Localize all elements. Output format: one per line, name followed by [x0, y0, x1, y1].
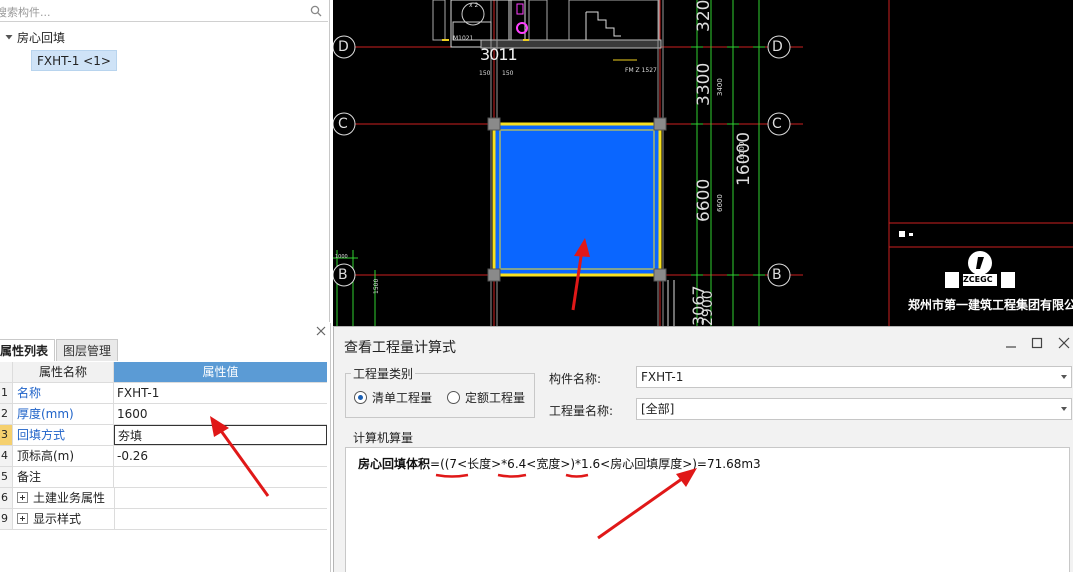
formula-name: 房心回填体积 [358, 457, 431, 471]
row-number: 4 [0, 446, 13, 466]
chevron-down-icon [1061, 407, 1067, 411]
row-number: 2 [0, 404, 13, 424]
property-name: 备注 [13, 467, 114, 487]
dim-x2: x 2 [469, 2, 479, 9]
tab-property-list[interactable]: 属性列表 [0, 339, 56, 361]
axis-label-c-left: C [338, 116, 348, 132]
property-value[interactable]: FXHT-1 [114, 383, 327, 403]
property-group-label: 土建业务属性 [33, 491, 106, 505]
property-group-label: 显示样式 [33, 512, 82, 526]
maximize-icon[interactable] [1031, 337, 1043, 349]
radio-list-quantity[interactable]: 清单工程量 [354, 389, 432, 406]
property-name: 厚度(mm) [13, 404, 114, 424]
tab-layer-manager[interactable]: 图层管理 [56, 339, 119, 361]
door-label-m1021: M1021 [453, 35, 474, 42]
table-row[interactable]: 9 显示样式 [0, 509, 327, 530]
radio-unchecked-icon[interactable] [447, 391, 460, 404]
expand-arrow-icon[interactable] [4, 32, 14, 42]
close-icon[interactable] [316, 326, 326, 336]
row-number-header [0, 362, 13, 382]
column-header-name: 属性名称 [13, 362, 114, 382]
row-number: 1 [0, 383, 13, 403]
dimension-2900: 2900 [700, 290, 716, 326]
property-name: 名称 [13, 383, 114, 403]
expand-plus-icon[interactable] [17, 513, 28, 524]
component-search[interactable] [0, 2, 328, 22]
close-icon[interactable] [1058, 337, 1070, 349]
table-row[interactable]: 6 土建业务属性 [0, 488, 327, 509]
property-value[interactable]: -0.26 [114, 446, 327, 466]
dim-1000: 1000 [335, 254, 348, 260]
table-row[interactable]: 5 备注 [0, 467, 327, 488]
row-number: 3 [0, 425, 13, 445]
radio-list-label: 清单工程量 [372, 391, 433, 405]
property-tabs: 属性列表 图层管理 [0, 339, 119, 361]
property-group[interactable]: 显示样式 [13, 509, 114, 529]
component-name-select[interactable]: FXHT-1 [636, 366, 1072, 388]
company-name: 郑州市第一建筑工程集团有限公司 [908, 298, 1073, 312]
search-icon[interactable] [310, 5, 322, 17]
radio-quota-quantity[interactable]: 定额工程量 [447, 389, 525, 406]
door-label-fm: FM Z 1527 [625, 67, 657, 74]
tree-node-fxht1[interactable]: FXHT-1 <1> [31, 50, 117, 71]
formula-expression: =((7<长度>*6.4<宽度>)*1.6<房心回填厚度>)=71.68m3 [430, 457, 761, 471]
axis-label-d-right: D [772, 39, 783, 55]
calc-formula-dialog: 查看工程量计算式 工程量类别 清单工程量 定额工程量 构件名称: FXHT-1 … [333, 326, 1073, 572]
table-row[interactable]: 3 回填方式 夯填 [0, 425, 327, 446]
property-value [114, 488, 327, 508]
component-name-value: FXHT-1 [641, 370, 684, 384]
property-value[interactable] [114, 467, 327, 487]
axis-label-c-right: C [772, 116, 782, 132]
property-value-input[interactable]: 夯填 [114, 425, 327, 445]
dim-1500: 1500 [373, 278, 380, 294]
property-table-header: 属性名称 属性值 [0, 362, 327, 383]
dimension-3400-small: 3400 [716, 78, 724, 96]
axis-label-b-left: B [338, 267, 348, 283]
table-row[interactable]: 2 厚度(mm) 1600 [0, 404, 327, 425]
calc-section-label: 计算机算量 [351, 429, 416, 446]
cad-drawing-canvas[interactable]: D C B D C B 3200 3300 6600 16000 3067 29… [333, 0, 1073, 326]
expand-plus-icon[interactable] [17, 492, 28, 503]
formula-text: 房心回填体积=((7<长度>*6.4<宽度>)*1.6<房心回填厚度>)=71.… [358, 455, 761, 472]
row-number: 9 [0, 509, 13, 529]
quantity-name-value: [全部] [641, 402, 675, 416]
cad-drawing[interactable] [333, 0, 1073, 326]
dim-150-b: 150 [502, 70, 514, 77]
minimize-icon[interactable] [1005, 337, 1017, 349]
dim-3011: 3011 [480, 45, 518, 64]
radio-quota-label: 定额工程量 [465, 391, 526, 405]
row-number: 5 [0, 467, 13, 487]
property-name: 回填方式 [13, 425, 114, 445]
search-input[interactable] [0, 3, 296, 21]
tree-node-label: 房心回填 [17, 30, 66, 45]
axis-label-d-left: D [338, 39, 349, 55]
tree-node-fill[interactable]: 房心回填 [4, 29, 65, 45]
dimension-3200: 3200 [694, 0, 714, 32]
axis-label-b-right: B [772, 267, 782, 283]
dimension-3300: 3300 [694, 62, 714, 106]
column-header-value: 属性值 [114, 362, 327, 382]
dimension-6600: 6600 [694, 178, 714, 222]
dimension-6600-small: 6600 [716, 194, 724, 212]
property-value[interactable]: 1600 [114, 404, 327, 424]
formula-textarea[interactable]: 房心回填体积=((7<长度>*6.4<宽度>)*1.6<房心回填厚度>)=71.… [345, 447, 1070, 572]
quantity-type-label: 工程量类别 [351, 365, 416, 382]
chevron-down-icon [1061, 375, 1067, 379]
component-name-label: 构件名称: [549, 372, 602, 386]
row-number: 6 [0, 488, 13, 508]
quantity-name-select[interactable]: [全部] [636, 398, 1072, 420]
company-logo-text: ZCEGC [963, 275, 993, 284]
component-tree-panel: 房心回填 FXHT-1 <1> [0, 0, 330, 322]
radio-checked-icon[interactable] [354, 391, 367, 404]
property-name: 顶标高(m) [13, 446, 114, 466]
property-group[interactable]: 土建业务属性 [13, 488, 114, 508]
table-row[interactable]: 4 顶标高(m) -0.26 [0, 446, 327, 467]
dimension-16000-small: 16000 [738, 141, 746, 164]
quantity-name-label: 工程量名称: [549, 404, 614, 418]
dim-150-a: 150 [479, 70, 491, 77]
table-row[interactable]: 1 名称 FXHT-1 [0, 383, 327, 404]
property-value [114, 509, 327, 529]
dialog-title: 查看工程量计算式 [344, 340, 456, 356]
